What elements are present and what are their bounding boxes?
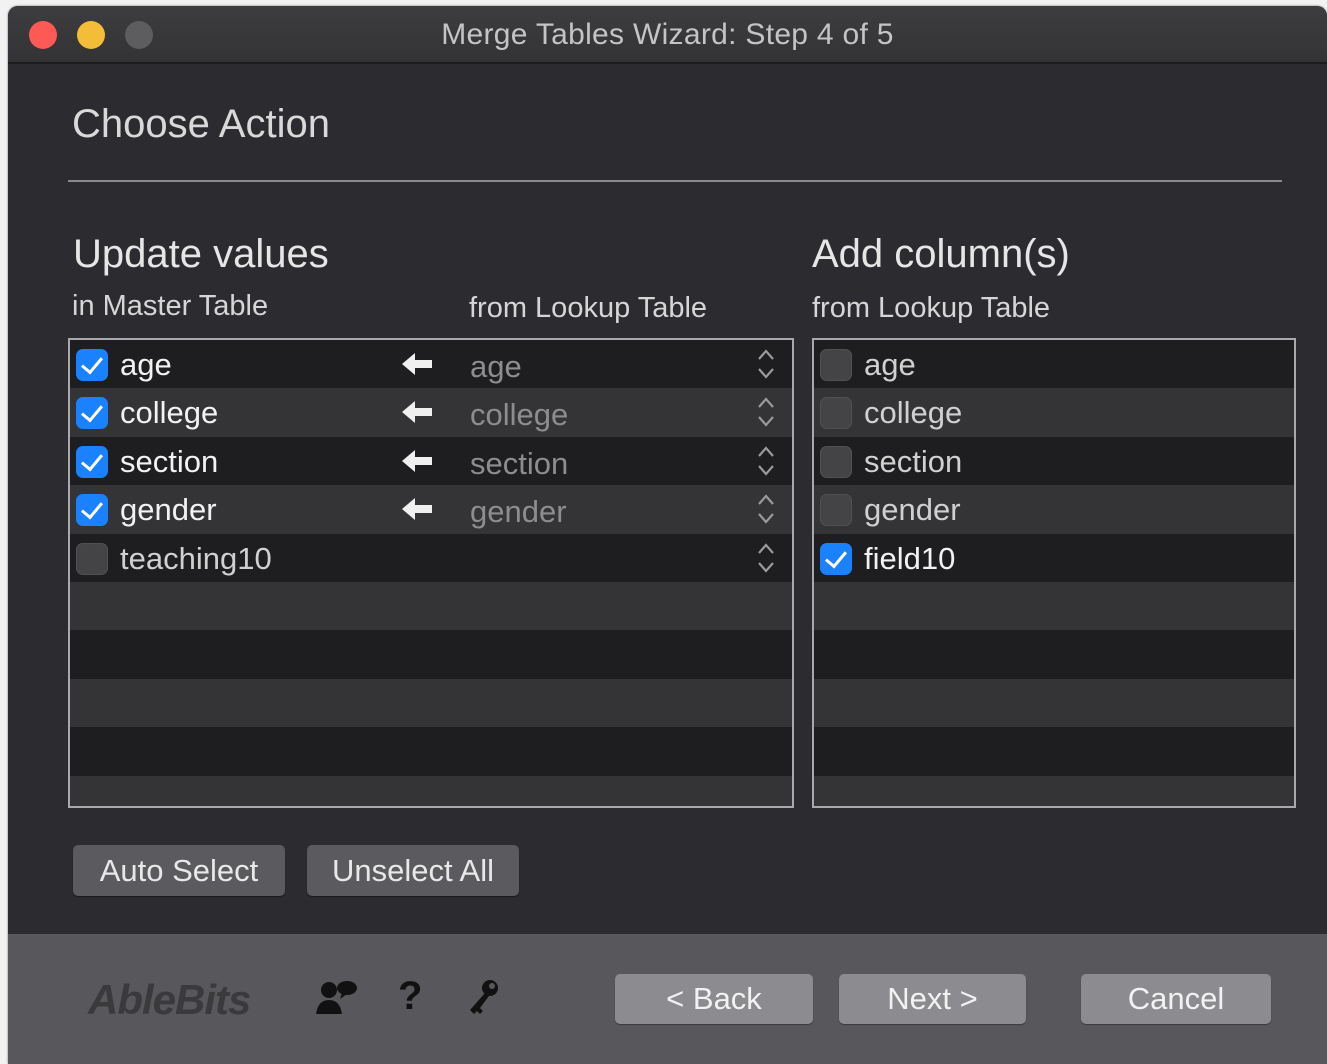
add-row[interactable]: age	[814, 340, 1294, 389]
add-row[interactable]: field10	[814, 533, 1294, 582]
users-icon[interactable]	[314, 978, 362, 1018]
update-row	[70, 678, 792, 728]
add-column-label: college	[864, 395, 963, 431]
add-row	[814, 581, 1294, 631]
next-button[interactable]: Next >	[839, 974, 1026, 1024]
stepper-icon[interactable]	[755, 541, 777, 575]
page-title: Choose Action	[72, 102, 330, 146]
left-arrow-icon	[400, 351, 434, 377]
add-checkbox[interactable]	[820, 445, 852, 478]
update-row	[70, 775, 792, 806]
update-row	[70, 630, 792, 679]
add-row[interactable]: gender	[814, 485, 1294, 534]
update-row[interactable]: gender gender	[70, 485, 792, 534]
update-row	[70, 727, 792, 776]
update-row[interactable]: section section	[70, 436, 792, 486]
footer-bar: AbleBits ? < Back Next > Cancel	[8, 934, 1327, 1064]
back-button[interactable]: < Back	[615, 974, 813, 1024]
master-column-label: teaching10	[120, 540, 272, 576]
stepper-icon[interactable]	[755, 395, 777, 429]
add-row	[814, 727, 1294, 776]
add-row[interactable]: college	[814, 388, 1294, 437]
add-columns-title: Add column(s)	[812, 232, 1070, 276]
stepper-icon[interactable]	[755, 347, 777, 381]
update-row[interactable]: teaching10	[70, 533, 792, 582]
update-values-title: Update values	[73, 232, 329, 276]
add-row	[814, 630, 1294, 679]
add-column-label: age	[864, 347, 916, 382]
divider	[68, 180, 1282, 182]
lookup-column-select[interactable]: gender	[470, 494, 567, 530]
update-checkbox[interactable]	[76, 445, 108, 478]
update-checkbox[interactable]	[76, 542, 108, 575]
master-column-label: college	[120, 395, 219, 431]
master-table-label: in Master Table	[72, 290, 269, 322]
stepper-icon[interactable]	[755, 492, 777, 526]
update-row[interactable]: college college	[70, 388, 792, 437]
lookup-table-label: from Lookup Table	[469, 292, 708, 324]
stepper-icon[interactable]	[755, 444, 777, 478]
add-row	[814, 678, 1294, 728]
unselect-all-button[interactable]: Unselect All	[307, 845, 519, 896]
ablebits-logo: AbleBits	[88, 976, 251, 1023]
cancel-button[interactable]: Cancel	[1081, 974, 1271, 1024]
left-arrow-icon	[400, 496, 434, 522]
master-column-label: gender	[120, 492, 217, 528]
lookup-column-select[interactable]: age	[470, 349, 522, 385]
left-arrow-icon	[400, 399, 434, 425]
update-checkbox[interactable]	[76, 494, 108, 527]
master-column-label: age	[120, 347, 172, 382]
auto-select-button[interactable]: Auto Select	[73, 845, 285, 896]
add-column-label: section	[864, 443, 963, 479]
update-checkbox[interactable]	[76, 397, 108, 430]
add-row	[814, 775, 1294, 806]
add-column-label: field10	[864, 540, 956, 576]
add-checkbox[interactable]	[820, 494, 852, 527]
update-values-list[interactable]: age age college college section section gender…	[68, 338, 794, 808]
add-lookup-table-label: from Lookup Table	[812, 292, 1051, 324]
window-title: Merge Tables Wizard: Step 4 of 5	[441, 18, 894, 51]
add-columns-list[interactable]: age college section gender field10	[812, 338, 1296, 808]
update-row	[70, 581, 792, 631]
wizard-window: Merge Tables Wizard: Step 4 of 5 Choose …	[8, 6, 1327, 1064]
add-checkbox[interactable]	[820, 542, 852, 575]
title-bar: Merge Tables Wizard: Step 4 of 5	[8, 6, 1327, 64]
help-icon[interactable]: ?	[398, 974, 422, 1019]
add-checkbox[interactable]	[820, 397, 852, 430]
add-checkbox[interactable]	[820, 349, 852, 381]
lookup-column-select[interactable]: section	[470, 446, 568, 482]
add-column-label: gender	[864, 492, 961, 528]
add-row[interactable]: section	[814, 436, 1294, 486]
update-row[interactable]: age age	[70, 340, 792, 389]
lookup-column-select[interactable]: college	[470, 397, 568, 433]
update-checkbox[interactable]	[76, 349, 108, 381]
left-arrow-icon	[400, 448, 434, 474]
key-icon[interactable]	[466, 978, 502, 1018]
master-column-label: section	[120, 443, 219, 479]
